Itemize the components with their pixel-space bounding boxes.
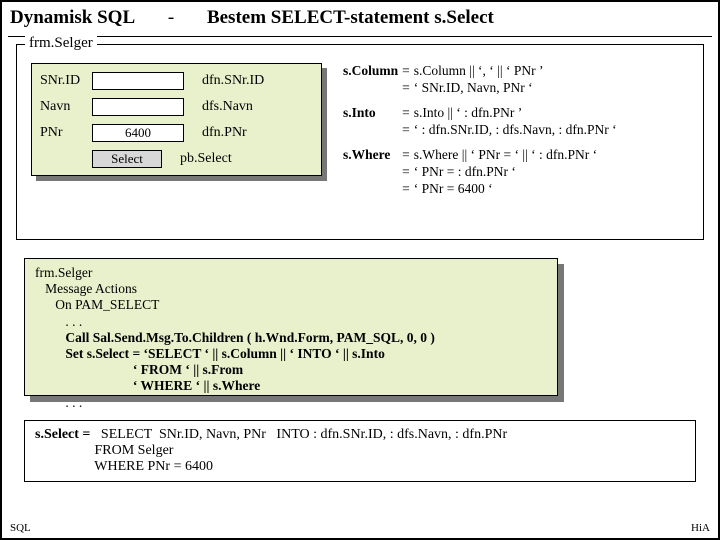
code-line: Message Actions [35, 281, 547, 297]
code-line: . . . [35, 395, 547, 411]
slide: Dynamisk SQL - Bestem SELECT-statement s… [0, 0, 720, 540]
code-line: Set s.Select = ‘SELECT ‘ || s.Column || … [35, 346, 547, 362]
code-line: On PAM_SELECT [35, 297, 547, 313]
code-panel: frm.Selger Message Actions On PAM_SELECT… [24, 258, 564, 402]
title-right: Bestem SELECT-statement s.Select [207, 7, 494, 29]
code-face: frm.Selger Message Actions On PAM_SELECT… [24, 258, 558, 396]
field-dfn: dfn.PNr [202, 125, 247, 141]
expr-key: s.Column [343, 63, 402, 80]
field-row: Navn dfs.Navn [40, 96, 313, 118]
field-row: SNr.ID dfn.SNr.ID [40, 70, 313, 92]
field-label: PNr [40, 125, 92, 141]
expr-line: ‘ SNr.ID, Navn, PNr ‘ [414, 80, 621, 97]
field-label: Navn [40, 99, 92, 115]
result-line: WHERE PNr = 6400 [35, 459, 685, 475]
result-panel: s.Select = SELECT SNr.ID, Navn, PNr INTO… [24, 420, 696, 482]
code-line: ‘ FROM ‘ || s.From [35, 362, 547, 378]
code-line: . . . [35, 314, 547, 330]
title-sep: - [168, 7, 174, 29]
code-line: Call Sal.Send.Msg.To.Children ( h.Wnd.Fo… [35, 330, 547, 346]
result-line: s.Select = SELECT SNr.ID, Navn, PNr INTO… [35, 427, 685, 443]
expr-line: s.Column || ‘, ‘ || ‘ PNr ’ [414, 63, 621, 80]
field-row: PNr 6400 dfn.PNr [40, 122, 313, 144]
select-button[interactable]: Select [92, 150, 162, 168]
group-caption: frm.Selger [25, 35, 97, 52]
result-line: FROM Selger [35, 443, 685, 459]
expr-line: s.Where || ‘ PNr = ‘ || ‘ : dfn.PNr ‘ [414, 147, 621, 164]
expr-line: ‘ : dfn.SNr.ID, : dfs.Navn, : dfn.PNr ‘ [414, 122, 621, 139]
expr-key: s.Into [343, 105, 402, 122]
title-divider [8, 36, 712, 37]
footer-left: SQL [10, 522, 31, 534]
expr-key: s.Where [343, 147, 402, 164]
expr-line: s.Into || ‘ : dfn.PNr ’ [414, 105, 621, 122]
pnr-input[interactable]: 6400 [92, 124, 184, 142]
code-line: frm.Selger [35, 265, 547, 281]
snrid-input[interactable] [92, 72, 184, 90]
code-line: ‘ WHERE ‘ || s.Where [35, 378, 547, 394]
panel-face: SNr.ID dfn.SNr.ID Navn dfs.Navn PNr 6400… [31, 63, 322, 176]
form-panel: SNr.ID dfn.SNr.ID Navn dfs.Navn PNr 6400… [31, 63, 327, 181]
field-dfn: dfs.Navn [202, 99, 253, 115]
button-dfn: pb.Select [180, 151, 232, 167]
slide-title: Dynamisk SQL - Bestem SELECT-statement s… [10, 7, 710, 29]
expression-panel: s.Column=s.Column || ‘, ‘ || ‘ PNr ’ =‘ … [343, 63, 693, 218]
expr-line: ‘ PNr = 6400 ‘ [414, 181, 621, 198]
button-row: Select pb.Select [40, 148, 313, 170]
navn-input[interactable] [92, 98, 184, 116]
frmselger-group: frm.Selger SNr.ID dfn.SNr.ID Navn dfs.Na… [16, 44, 704, 240]
field-label: SNr.ID [40, 73, 92, 89]
expr-line: ‘ PNr = : dfn.PNr ‘ [414, 164, 621, 181]
title-left: Dynamisk SQL [10, 7, 135, 29]
expr-table: s.Column=s.Column || ‘, ‘ || ‘ PNr ’ =‘ … [343, 63, 621, 198]
footer-right: HiA [691, 522, 710, 534]
field-dfn: dfn.SNr.ID [202, 73, 264, 89]
